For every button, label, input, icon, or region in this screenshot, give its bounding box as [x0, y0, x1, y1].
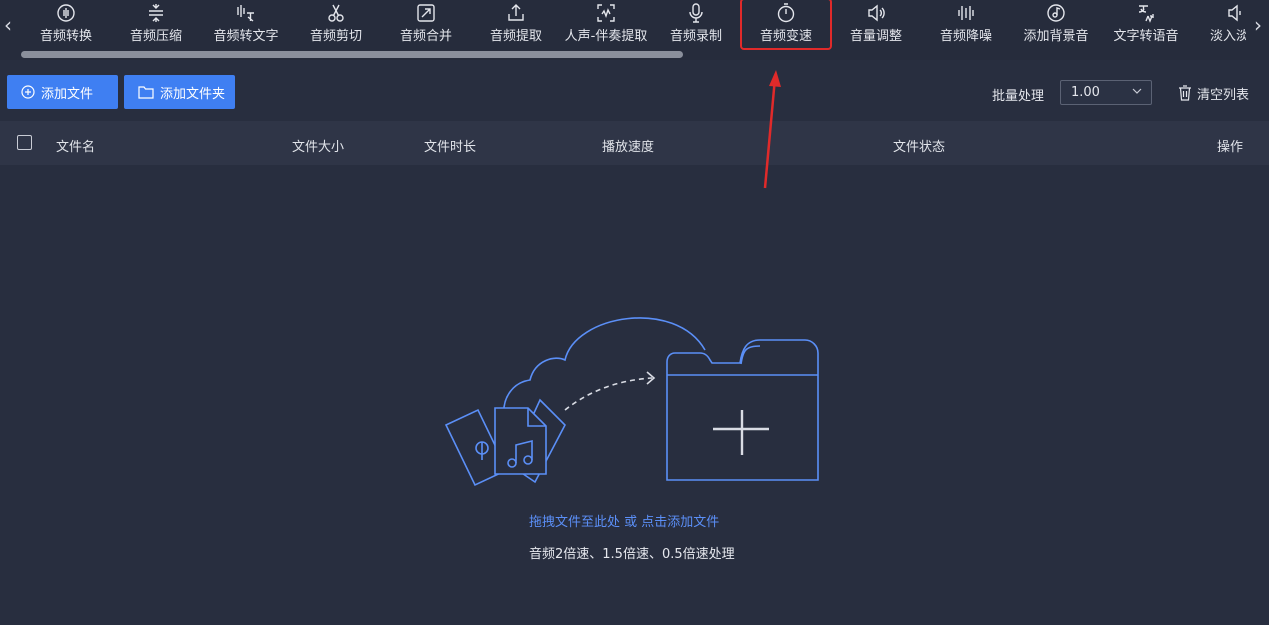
volume-icon: [868, 4, 885, 22]
clear-list-button[interactable]: 清空列表: [1178, 82, 1249, 104]
tool-volume-adjust[interactable]: 音量调整: [832, 0, 920, 48]
column-header-duration[interactable]: 文件时长: [424, 136, 476, 155]
trash-icon: [1179, 85, 1191, 101]
add-folder-label: 添加文件夹: [160, 86, 226, 102]
drop-zone-illustration-icon[interactable]: [440, 300, 830, 500]
clear-list-label: 清空列表: [1197, 87, 1250, 103]
add-folder-button[interactable]: 添加文件夹: [124, 75, 235, 109]
extract-icon: [508, 4, 524, 21]
scissors-icon: [328, 4, 344, 22]
tool-label: 音频转文字: [213, 29, 279, 44]
tool-label: 淡入淡出: [1209, 29, 1246, 44]
column-header-speed[interactable]: 播放速度: [602, 136, 654, 155]
tool-label: 音频提取: [489, 29, 542, 44]
scroll-right-icon[interactable]: ›: [1250, 10, 1266, 40]
music-disc-icon: [1047, 4, 1065, 22]
tool-audio-record[interactable]: 音频录制: [652, 0, 740, 48]
tool-label: 添加背景音: [1023, 29, 1089, 44]
chevron-down-icon: [1132, 88, 1142, 94]
tool-audio-extract[interactable]: 音频提取: [472, 0, 560, 48]
add-file-button[interactable]: 添加文件: [7, 75, 118, 109]
app-window: ‹ 音频转换 音频压缩 音频转文字 音频剪切 音频合并 音频提取 人声-伴奏提取…: [0, 0, 1269, 625]
tool-vocal-extract[interactable]: 人声-伴奏提取: [562, 0, 650, 48]
tool-audio-merge[interactable]: 音频合并: [382, 0, 470, 48]
tool-label: 音频剪切: [309, 29, 362, 44]
scroll-left-icon[interactable]: ‹: [0, 10, 16, 40]
tool-label: 音频转换: [39, 29, 92, 44]
denoise-icon: [958, 6, 974, 20]
microphone-icon: [689, 3, 703, 23]
tool-strip: 音频转换 音频压缩 音频转文字 音频剪切 音频合并 音频提取 人声-伴奏提取 音…: [21, 0, 1246, 50]
tool-label: 音频压缩: [129, 29, 182, 44]
tool-audio-denoise[interactable]: 音频降噪: [922, 0, 1010, 48]
tool-label: 人声-伴奏提取: [564, 29, 648, 44]
tool-label: 文字转语音: [1113, 29, 1179, 44]
column-header-size[interactable]: 文件大小: [292, 136, 344, 155]
tool-fade-in-out[interactable]: 淡入淡出: [1192, 0, 1246, 48]
speed-icon: [777, 3, 795, 23]
tool-label: 音频降噪: [939, 29, 992, 44]
compress-icon: [149, 4, 163, 22]
tool-add-background-music[interactable]: 添加背景音: [1012, 0, 1100, 48]
annotation-arrow-icon: [763, 70, 781, 189]
tool-audio-to-text[interactable]: 音频转文字: [202, 0, 290, 48]
tool-label: 音频变速: [759, 29, 812, 44]
tool-audio-cut[interactable]: 音频剪切: [292, 0, 380, 48]
tool-label: 音频录制: [669, 29, 722, 44]
drop-zone-text[interactable]: 拖拽文件至此处 或 点击添加文件: [529, 511, 719, 530]
plus-circle-icon: [21, 85, 35, 99]
batch-speed-value: 1.00: [1071, 85, 1100, 100]
folder-icon: [138, 86, 154, 99]
tool-label: 音频合并: [399, 29, 452, 44]
tool-audio-convert[interactable]: 音频转换: [22, 0, 110, 48]
audio-to-text-icon: [237, 5, 254, 22]
select-all-checkbox[interactable]: [17, 135, 32, 150]
add-file-label: 添加文件: [41, 86, 94, 102]
text-to-speech-icon: [1138, 5, 1154, 23]
toolbar-scrollbar[interactable]: [21, 51, 683, 58]
tool-toolbar: ‹ 音频转换 音频压缩 音频转文字 音频剪切 音频合并 音频提取 人声-伴奏提取…: [0, 0, 1269, 60]
merge-icon: [417, 4, 435, 22]
tool-audio-speed[interactable]: 音频变速: [740, 0, 832, 50]
file-table-header: 文件名 文件大小 文件时长 播放速度 文件状态 操作: [0, 121, 1269, 165]
vocal-extract-icon: [597, 4, 615, 22]
column-header-actions: 操作: [1217, 140, 1244, 155]
batch-speed-select[interactable]: 1.00: [1060, 80, 1152, 105]
column-header-filename[interactable]: 文件名: [56, 136, 95, 155]
tool-audio-compress[interactable]: 音频压缩: [112, 0, 200, 48]
audio-convert-icon: [57, 4, 75, 22]
batch-process-label: 批量处理: [992, 89, 1045, 104]
column-header-status[interactable]: 文件状态: [893, 136, 945, 155]
fade-icon: [1228, 4, 1241, 22]
speed-hint-text: 音频2倍速、1.5倍速、0.5倍速处理: [529, 547, 735, 562]
tool-label: 音量调整: [849, 29, 902, 44]
tool-text-to-speech[interactable]: 文字转语音: [1102, 0, 1190, 48]
